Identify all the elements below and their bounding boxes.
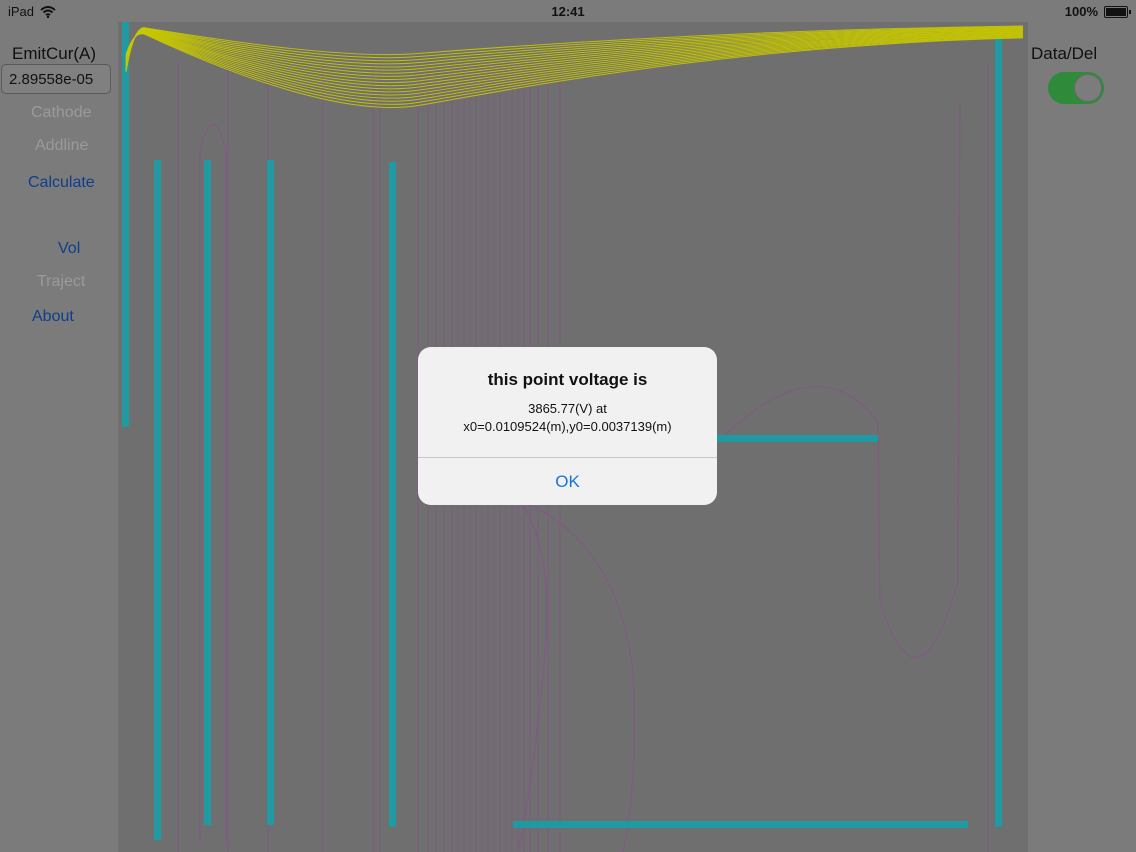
vol-button[interactable]: Vol: [58, 240, 80, 258]
electrode: [204, 160, 211, 825]
addline-button[interactable]: Addline: [35, 137, 88, 155]
status-time: 12:41: [551, 4, 585, 19]
electrode: [716, 435, 878, 442]
cathode-button[interactable]: Cathode: [31, 104, 92, 122]
alert-message: 3865.77(V) at x0=0.0109524(m),y0=0.00371…: [418, 400, 717, 436]
equipotential-curve: [199, 124, 227, 842]
voltage-alert: this point voltage is 3865.77(V) at x0=0…: [418, 347, 717, 505]
electrode: [513, 821, 968, 828]
ok-button[interactable]: OK: [418, 458, 717, 505]
traject-button[interactable]: Traject: [37, 273, 85, 291]
toggle-knob: [1074, 74, 1102, 102]
alert-message-line2: x0=0.0109524(m),y0=0.0037139(m): [463, 419, 672, 434]
equipotential-curve: [522, 501, 635, 852]
battery-icon: [1104, 5, 1131, 18]
equipotential-curve: [717, 101, 961, 658]
battery-percent: 100%: [1064, 4, 1098, 19]
electrode: [267, 160, 274, 825]
sidebar: EmitCur(A) 2.89558e-05 Cathode Addline C…: [0, 22, 118, 852]
electrode: [995, 37, 1002, 827]
electrode: [389, 162, 396, 827]
datadel-label: Data/Del: [1031, 44, 1098, 63]
status-bar: iPad 12:41 100%: [0, 0, 1136, 22]
alert-title: this point voltage is: [487, 370, 648, 389]
electrode: [154, 160, 161, 840]
emit-current-field[interactable]: 2.89558e-05: [1, 64, 111, 94]
about-button[interactable]: About: [32, 308, 74, 326]
status-right: 100%: [1064, 4, 1131, 19]
calculate-button[interactable]: Calculate: [28, 174, 95, 192]
alert-message-line1: 3865.77(V) at: [528, 401, 607, 416]
electrode: [122, 22, 129, 427]
datadel-toggle[interactable]: [1048, 72, 1104, 104]
emit-current-label: EmitCur(A): [12, 44, 97, 63]
